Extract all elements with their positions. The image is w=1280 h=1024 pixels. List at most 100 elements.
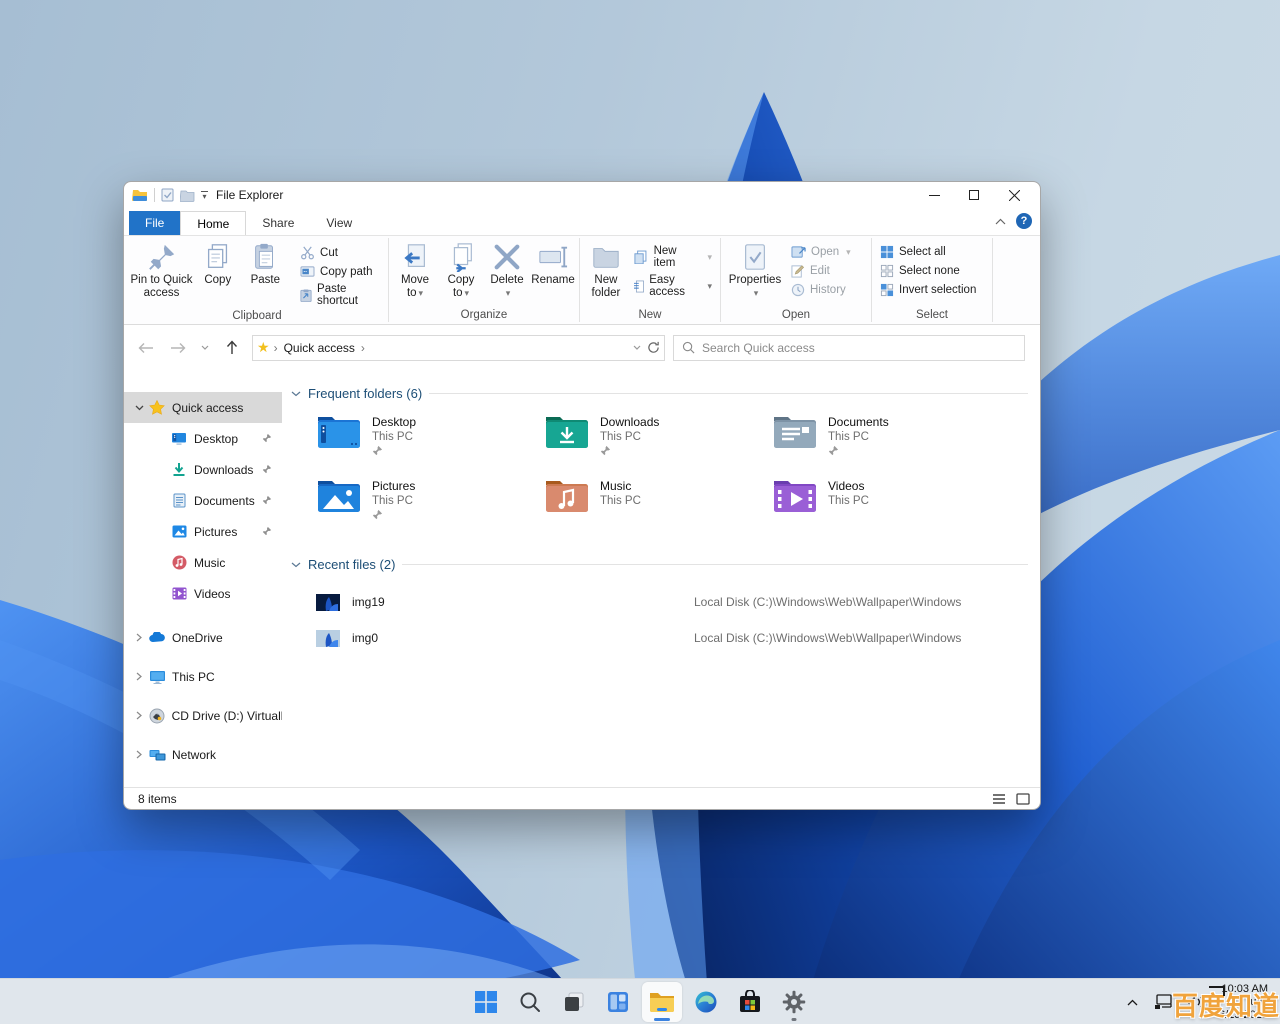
maximize-button[interactable] [954, 183, 994, 207]
select-all-button[interactable]: Select all [876, 244, 980, 260]
pin-icon[interactable] [262, 495, 272, 505]
history-button[interactable]: History [787, 282, 855, 298]
new-item-button[interactable]: New item ▾ [630, 244, 716, 270]
forward-button[interactable] [164, 335, 192, 361]
sidebar-item-desktop[interactable]: Desktop [124, 423, 282, 454]
section-frequent-folders[interactable]: Frequent folders (6) [291, 386, 1032, 401]
pin-icon[interactable] [262, 433, 272, 443]
breadcrumb-quick-access[interactable]: Quick access [282, 341, 357, 355]
edit-icon [791, 265, 805, 278]
breadcrumb-separator: › [360, 340, 365, 355]
start-button[interactable] [466, 982, 506, 1022]
hidden-icons-button[interactable] [1119, 987, 1145, 1017]
sidebar-item-videos[interactable]: Videos [124, 578, 282, 609]
search-input[interactable] [702, 340, 1016, 355]
refresh-icon[interactable] [647, 341, 660, 354]
paste-shortcut-button[interactable]: Paste shortcut [296, 282, 384, 308]
microsoft-store-button[interactable] [730, 982, 770, 1022]
tab-share[interactable]: Share [246, 211, 310, 235]
qat-customize-icon[interactable]: ▾ [201, 191, 208, 201]
delete-button[interactable]: Delete ▾ [485, 239, 529, 301]
chevron-down-icon[interactable] [135, 405, 144, 411]
folder-tile-pictures[interactable]: Pictures This PC [316, 477, 544, 531]
pin-to-quick-access-button[interactable]: Pin to Quick access [130, 239, 193, 301]
search-button[interactable] [510, 982, 550, 1022]
help-icon[interactable]: ? [1016, 213, 1032, 229]
move-to-button[interactable]: Move to ▾ [393, 239, 437, 301]
sidebar-item-documents[interactable]: Documents [124, 485, 282, 516]
widgets-button[interactable] [598, 982, 638, 1022]
new-folder-button[interactable]: New folder [584, 239, 628, 301]
recent-file-path: Local Disk (C:)\Windows\Web\Wallpaper\Wi… [694, 631, 962, 645]
folder-tile-downloads[interactable]: Downloads This PC [544, 413, 772, 467]
sidebar-item-cd-drive[interactable]: CD Drive (D:) Virtuall [124, 696, 282, 735]
sidebar-item-downloads[interactable]: Downloads [124, 454, 282, 485]
tab-file[interactable]: File [129, 211, 181, 235]
chevron-down-icon: ▾ [753, 288, 759, 298]
rename-button[interactable]: Rename [531, 239, 575, 301]
sidebar-item-network[interactable]: Network [124, 735, 282, 774]
minimize-button[interactable] [914, 183, 954, 207]
new-item-icon [634, 250, 647, 264]
copy-button[interactable]: Copy [195, 239, 241, 301]
pin-icon[interactable] [262, 526, 272, 536]
ribbon-tabs: File Home Share View ? [124, 208, 1040, 235]
details-view-button[interactable] [992, 793, 1006, 805]
open-button[interactable]: Open ▾ [787, 244, 855, 260]
sidebar-item-pictures[interactable]: Pictures [124, 516, 282, 547]
folder-tile-desktop[interactable]: Desktop This PC [316, 413, 544, 467]
collapse-ribbon-icon[interactable] [995, 218, 1006, 225]
navigation-pane: Quick access Desktop Downloads Documents… [124, 370, 282, 787]
pin-icon [600, 445, 611, 456]
folder-tile-documents[interactable]: Documents This PC [772, 413, 1000, 467]
tab-home[interactable]: Home [180, 211, 247, 235]
copy-path-button[interactable]: Copy path [296, 264, 384, 279]
properties-button[interactable]: Properties ▾ [725, 239, 785, 301]
chevron-right-icon[interactable] [136, 711, 142, 720]
chevron-right-icon[interactable] [136, 750, 142, 759]
file-explorer-button[interactable] [642, 982, 682, 1022]
recent-file-row[interactable]: img19 Local Disk (C:)\Windows\Web\Wallpa… [316, 584, 1032, 620]
pushpin-icon [148, 244, 174, 270]
microsoft-store-icon [740, 990, 760, 1012]
up-button[interactable] [218, 335, 246, 361]
address-bar[interactable]: ★ › Quick access › [252, 334, 665, 361]
invert-selection-button[interactable]: Invert selection [876, 282, 980, 298]
easy-access-button[interactable]: Easy access ▾ [630, 273, 716, 299]
chevron-right-icon[interactable] [136, 672, 142, 681]
recent-locations-button[interactable] [196, 335, 214, 361]
folder-tile-videos[interactable]: Videos This PC [772, 477, 1000, 531]
sidebar-item-this-pc[interactable]: This PC [124, 657, 282, 696]
pin-icon[interactable] [262, 464, 272, 474]
section-recent-files[interactable]: Recent files (2) [291, 557, 1032, 572]
edge-button[interactable] [686, 982, 726, 1022]
back-button[interactable] [132, 335, 160, 361]
folder-tile-music[interactable]: Music This PC [544, 477, 772, 531]
paste-button[interactable]: Paste [243, 239, 289, 301]
chevron-right-icon[interactable] [136, 633, 142, 642]
sidebar-item-onedrive[interactable]: OneDrive [124, 618, 282, 657]
copy-to-button[interactable]: Copy to ▾ [439, 239, 483, 301]
sidebar-item-music[interactable]: Music [124, 547, 282, 578]
ribbon-group-clipboard: Pin to Quick access Copy Paste Cut Copy … [126, 236, 388, 324]
close-button[interactable] [994, 183, 1034, 207]
forward-arrow-icon [171, 342, 186, 353]
group-label-clipboard: Clipboard [232, 310, 282, 322]
recent-file-row[interactable]: img0 Local Disk (C:)\Windows\Web\Wallpap… [316, 620, 1032, 656]
tab-view[interactable]: View [310, 211, 368, 235]
cut-button[interactable]: Cut [296, 244, 384, 261]
edit-button[interactable]: Edit [787, 263, 855, 279]
titlebar[interactable]: ▾ File Explorer [124, 182, 1040, 208]
edge-icon [695, 991, 717, 1013]
search-box[interactable] [673, 334, 1025, 361]
sidebar-item-quick-access[interactable]: Quick access [124, 392, 282, 423]
qat-properties-icon[interactable] [161, 188, 174, 202]
qat-new-folder-icon[interactable] [180, 189, 195, 202]
windows-start-icon [475, 991, 497, 1013]
select-none-button[interactable]: Select none [876, 263, 980, 279]
settings-button[interactable] [774, 982, 814, 1022]
task-view-button[interactable] [554, 982, 594, 1022]
large-icons-view-button[interactable] [1016, 792, 1030, 805]
address-dropdown-icon[interactable] [633, 345, 641, 350]
divider [992, 238, 993, 322]
